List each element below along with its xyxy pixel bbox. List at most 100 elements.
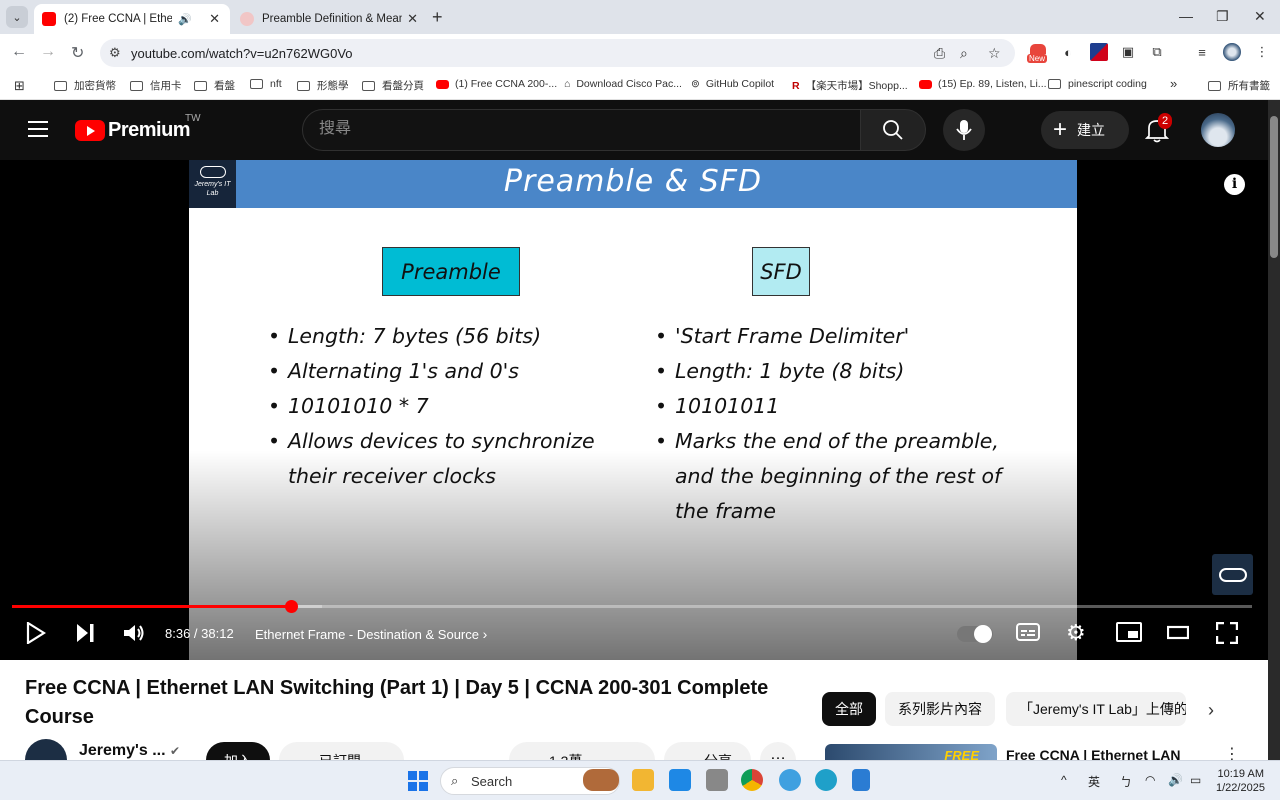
forward-arrow-icon[interactable]: → xyxy=(40,43,56,61)
folder-icon xyxy=(54,80,67,91)
account-avatar[interactable] xyxy=(1201,113,1235,147)
tab-title: Preamble Definition & Meaning xyxy=(262,13,402,25)
voice-search-button[interactable] xyxy=(943,109,985,151)
bookmark-link[interactable]: ⌂ Download Cisco Pac... xyxy=(564,78,682,90)
new-tab-plus-icon[interactable]: + xyxy=(432,7,443,28)
ime-mode-icon[interactable]: ㄅ xyxy=(1120,773,1132,790)
play-icon[interactable] xyxy=(26,622,46,644)
tab-search-chevron-icon[interactable]: ⌄ xyxy=(6,6,28,28)
extension-square-icon[interactable]: ▣ xyxy=(1119,43,1137,61)
fullscreen-icon[interactable] xyxy=(1216,622,1238,644)
close-tab-icon[interactable]: ✕ xyxy=(407,11,418,27)
widget-icon[interactable] xyxy=(583,769,619,791)
search-box[interactable] xyxy=(302,109,862,151)
windows-taskbar: ⌕ Search ^ 英 ㄅ ◠ 🔊 ▭ 10:19 AM 1/22/2025 xyxy=(0,760,1280,800)
speaker-tray-icon[interactable]: 🔊 xyxy=(1168,773,1183,787)
media-control-icon[interactable]: ≡ xyxy=(1193,43,1211,61)
scrubber-handle[interactable] xyxy=(285,600,298,613)
system-clock[interactable]: 10:19 AM 1/22/2025 xyxy=(1216,767,1265,795)
bookmark-link[interactable]: (1) Free CCNA 200-... xyxy=(436,78,557,90)
channel-name[interactable]: Jeremy's ... ✔ xyxy=(79,742,180,760)
notepad-icon[interactable] xyxy=(852,769,870,791)
close-window-icon[interactable]: ✕ xyxy=(1254,8,1266,25)
info-icon[interactable]: i xyxy=(1224,174,1245,195)
all-bookmarks-folder[interactable]: 所有書籤 xyxy=(1208,78,1270,93)
extension-flag-icon[interactable] xyxy=(1090,43,1108,61)
extensions-puzzle-icon[interactable]: ⧉ xyxy=(1148,43,1166,61)
bullet-item: 10101011 xyxy=(655,389,1025,424)
bookmarks-overflow-chevron[interactable]: » xyxy=(1170,76,1177,91)
chip-all[interactable]: 全部 xyxy=(822,692,876,726)
site-info-icon[interactable]: ⚙ xyxy=(109,45,121,61)
chip-channel-uploads[interactable]: 「Jeremy's IT Lab」上傳的 xyxy=(1006,692,1186,726)
cloud-icon xyxy=(199,166,226,178)
close-tab-icon[interactable]: ✕ xyxy=(209,11,220,27)
tab-youtube[interactable]: (2) Free CCNA | Ethernet LAN 🔊 ✕ xyxy=(34,4,230,34)
bookmark-folder[interactable]: 信用卡 xyxy=(130,78,182,93)
install-app-icon[interactable]: ⎙ xyxy=(934,45,945,62)
extension-c-icon[interactable]: ◐ xyxy=(1059,43,1077,61)
address-bar[interactable]: ⚙ youtube.com/watch?v=u2n762WG0Vo ⎙ ⌕ ☆ xyxy=(100,39,1015,67)
minimize-icon[interactable]: — xyxy=(1179,8,1193,24)
chevron-right-icon[interactable]: › xyxy=(1208,700,1214,721)
bookmark-folder[interactable]: pinescript coding xyxy=(1048,78,1147,90)
tab-title: (2) Free CCNA | Ethernet LAN xyxy=(64,13,172,25)
settings-gear-icon[interactable]: ⚙ xyxy=(1066,620,1086,646)
back-arrow-icon[interactable]: ← xyxy=(11,43,27,61)
youtube-premium-logo[interactable]: Premium TW xyxy=(75,113,201,142)
bookmark-star-icon[interactable]: ☆ xyxy=(988,45,1001,62)
bookmark-folder[interactable]: 形態學 xyxy=(297,78,349,93)
chapter-title[interactable]: Ethernet Frame - Destination & Source › xyxy=(255,626,487,642)
autoplay-knob xyxy=(974,625,992,643)
channel-watermark[interactable] xyxy=(1212,554,1253,595)
search-button[interactable] xyxy=(860,109,926,151)
telegram-icon[interactable] xyxy=(779,769,801,791)
browser-toolbar: ← → ↻ ⚙ youtube.com/watch?v=u2n762WG0Vo … xyxy=(0,34,1280,72)
youtube-play-logo-icon xyxy=(75,120,105,141)
bookmark-folder[interactable]: 看盤 xyxy=(194,78,235,93)
speaker-icon[interactable]: 🔊 xyxy=(178,13,192,26)
scrollbar-thumb[interactable] xyxy=(1270,116,1278,258)
next-video-icon[interactable] xyxy=(76,622,96,644)
reload-icon[interactable]: ↻ xyxy=(71,43,84,63)
create-button[interactable]: + 建立 xyxy=(1041,111,1129,149)
profile-avatar-icon[interactable] xyxy=(1223,43,1241,61)
miniplayer-icon[interactable] xyxy=(1116,622,1142,642)
new-extension-icon[interactable]: New xyxy=(1027,42,1049,64)
chrome-menu-icon[interactable]: ⋮ xyxy=(1253,43,1271,61)
bookmark-link[interactable]: ⊚ GitHub Copilot xyxy=(691,78,774,90)
bullet-item: Alternating 1's and 0's xyxy=(268,354,608,389)
app-gray-icon[interactable] xyxy=(706,769,728,791)
apps-grid-icon[interactable]: ⊞ xyxy=(14,78,25,94)
battery-icon[interactable]: ▭ xyxy=(1190,773,1201,787)
video-player[interactable]: Preamble & SFD Jeremy's IT Lab Preamble … xyxy=(0,160,1268,660)
maximize-icon[interactable]: ❐ xyxy=(1216,8,1229,25)
windows-start-icon[interactable] xyxy=(408,771,428,791)
url-text[interactable]: youtube.com/watch?v=u2n762WG0Vo xyxy=(131,46,353,61)
progress-bar[interactable] xyxy=(12,600,1252,613)
edge-icon[interactable] xyxy=(815,769,837,791)
bookmarks-bar: ⊞ 加密貨幣 信用卡 看盤 nft 形態學 看盤分頁 (1) Free CCNA… xyxy=(0,72,1280,100)
tray-chevron-icon[interactable]: ^ xyxy=(1061,773,1067,787)
chrome-icon[interactable] xyxy=(741,769,763,791)
notifications-button[interactable]: 2 xyxy=(1144,113,1173,148)
volume-icon[interactable] xyxy=(123,622,147,644)
microphone-icon xyxy=(956,120,972,140)
bookmark-folder[interactable]: 加密貨幣 xyxy=(54,78,116,93)
bookmark-folder[interactable]: 看盤分頁 xyxy=(362,78,424,93)
autoplay-toggle[interactable] xyxy=(957,625,993,643)
ime-indicator[interactable]: 英 xyxy=(1088,773,1100,790)
file-explorer-icon[interactable] xyxy=(632,769,654,791)
theater-mode-icon[interactable] xyxy=(1167,622,1189,642)
bookmark-folder[interactable]: nft xyxy=(250,78,282,90)
subtitles-icon[interactable] xyxy=(1016,622,1040,642)
hamburger-menu-icon[interactable] xyxy=(28,121,48,142)
search-input[interactable] xyxy=(319,120,839,138)
bookmark-link[interactable]: R 【楽天市場】Shopp... xyxy=(792,78,908,93)
chip-series[interactable]: 系列影片內容 xyxy=(885,692,995,726)
app-blue-icon[interactable] xyxy=(669,769,691,791)
zoom-icon[interactable]: ⌕ xyxy=(960,45,968,62)
bookmark-link[interactable]: (15) Ep. 89, Listen, Li... xyxy=(919,78,1047,90)
tab-preamble-definition[interactable]: Preamble Definition & Meaning ✕ xyxy=(232,4,428,34)
wifi-icon[interactable]: ◠ xyxy=(1145,773,1155,787)
